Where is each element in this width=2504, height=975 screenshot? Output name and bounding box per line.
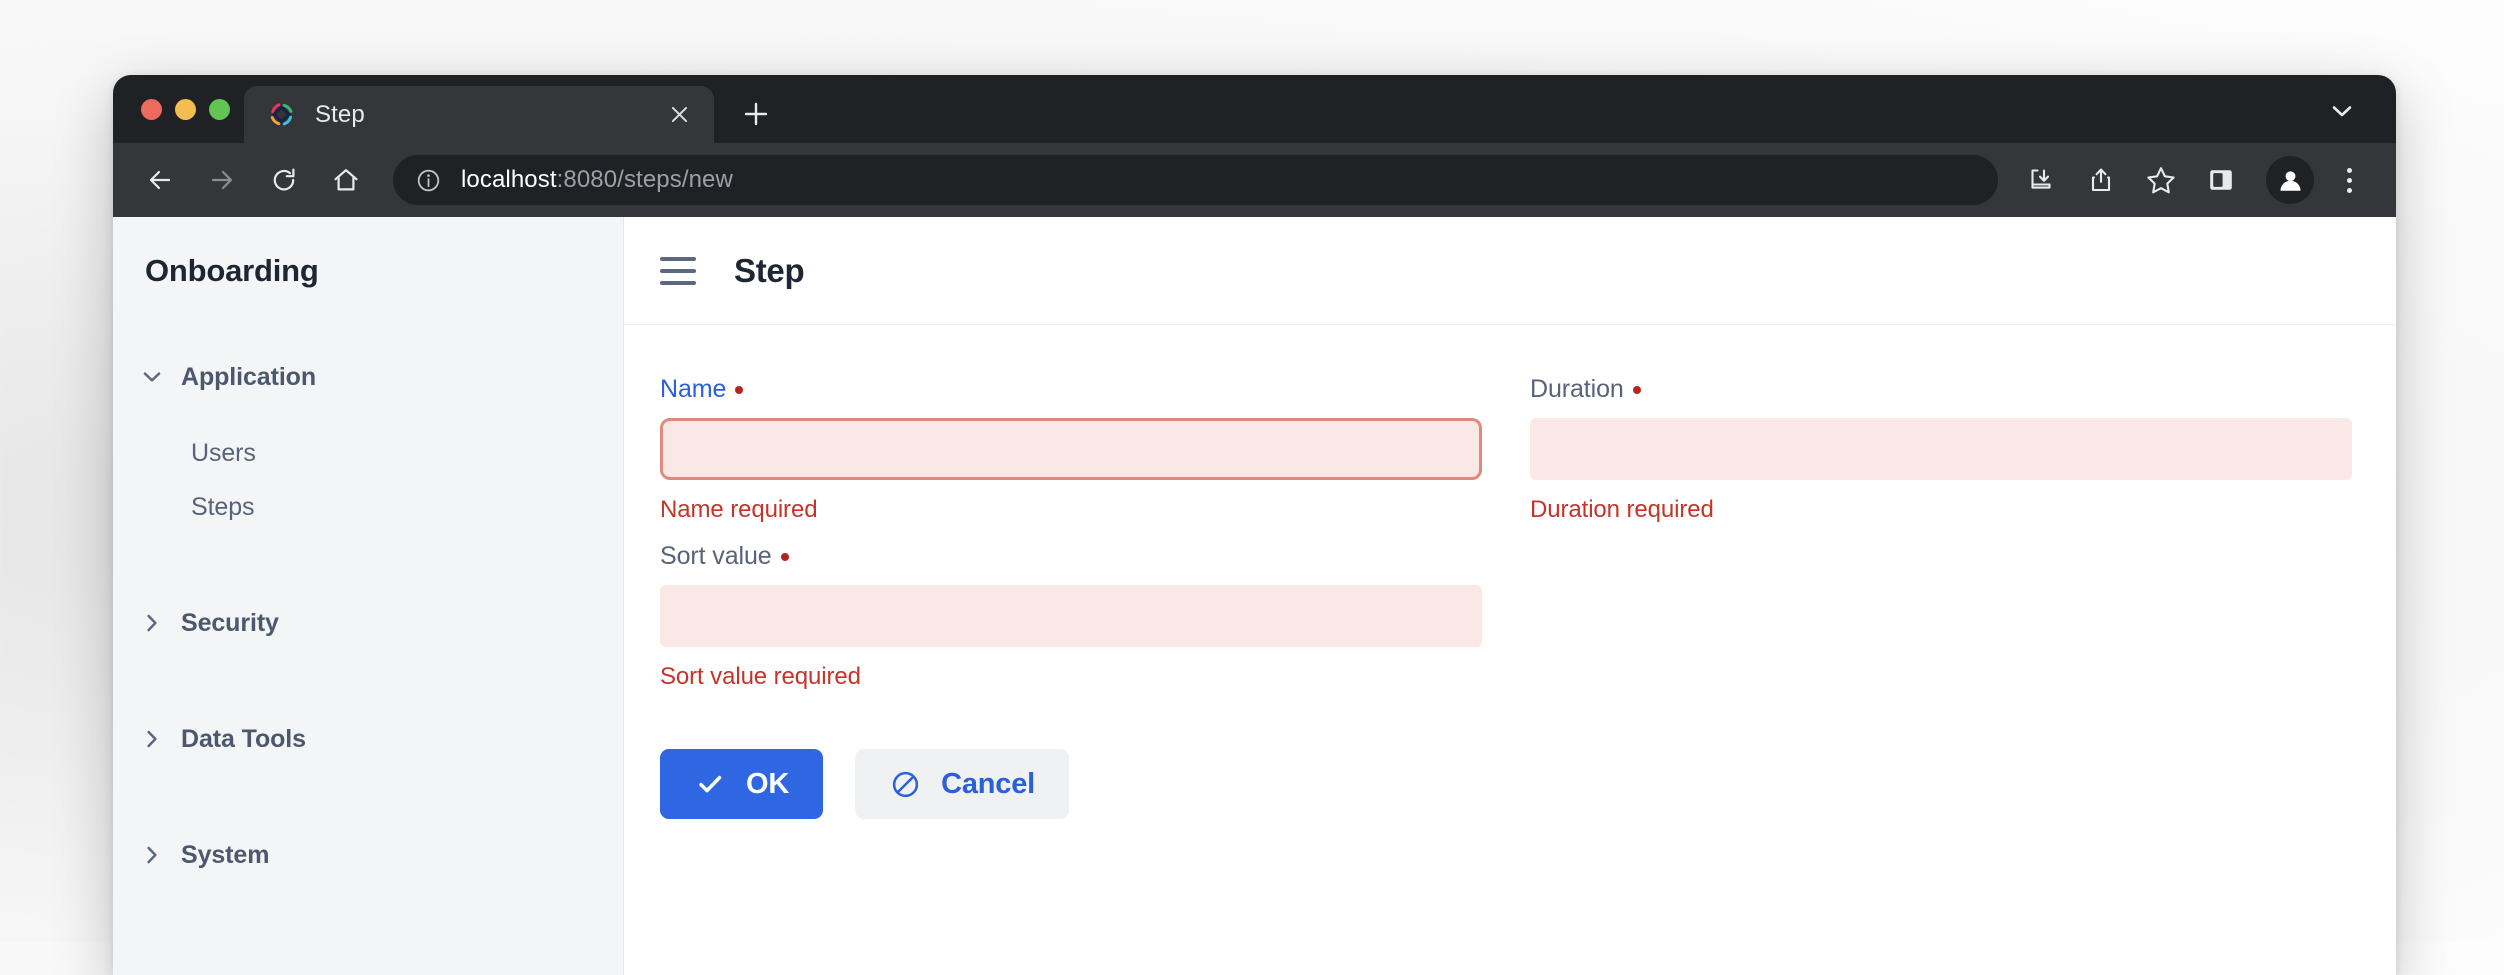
back-button[interactable] (131, 151, 189, 209)
field-error-sort-value: Sort value required (660, 663, 1482, 691)
form-grid: Name Name required Duration Durat (660, 375, 2352, 709)
ok-button[interactable]: OK (660, 749, 823, 819)
page-viewport: Onboarding Application Users Steps (113, 217, 2396, 975)
check-icon (694, 768, 726, 800)
chevron-down-icon (141, 366, 163, 388)
duration-input[interactable] (1530, 418, 2352, 480)
required-marker-icon (735, 386, 743, 394)
sidebar-group-label: Application (181, 363, 316, 392)
hamburger-icon[interactable] (660, 251, 700, 291)
ban-icon (889, 768, 921, 800)
side-panel-icon (2207, 166, 2235, 194)
share-icon (2086, 165, 2116, 195)
share-button[interactable] (2072, 151, 2130, 209)
download-icon (2026, 165, 2056, 195)
side-panel-button[interactable] (2192, 151, 2250, 209)
new-tab-button[interactable] (728, 86, 784, 142)
page-header: Step (624, 217, 2396, 325)
home-button[interactable] (317, 151, 375, 209)
field-label-text: Duration (1530, 375, 1624, 404)
chevron-down-icon (2329, 98, 2355, 124)
browser-window: Step (113, 75, 2396, 975)
cancel-button-label: Cancel (941, 768, 1035, 801)
home-icon (331, 165, 361, 195)
tab-strip: Step (113, 75, 2396, 143)
tab-strip-spacer (784, 133, 2314, 143)
main-content: Step Name Name required (624, 217, 2396, 975)
download-button[interactable] (2012, 151, 2070, 209)
sidebar-group-application[interactable]: Application (113, 350, 623, 404)
bookmark-button[interactable] (2132, 151, 2190, 209)
ok-button-label: OK (746, 768, 789, 801)
app-brand-title: Onboarding (113, 253, 623, 289)
name-input[interactable] (660, 418, 1482, 480)
required-marker-icon (781, 553, 789, 561)
sidebar-group-label: Data Tools (181, 725, 306, 754)
sidebar-item-label: Users (191, 439, 256, 468)
browser-tab-step[interactable]: Step (244, 86, 714, 143)
nav-spacer (113, 766, 623, 828)
sidebar-group-label: System (181, 841, 269, 870)
form-area: Name Name required Duration Durat (624, 325, 2396, 975)
field-duration: Duration Duration required (1530, 375, 2352, 524)
sidebar-group-data-tools[interactable]: Data Tools (113, 712, 623, 766)
address-bar-url: localhost:8080/steps/new (461, 166, 733, 194)
form-grid-empty-cell (1530, 542, 2352, 709)
three-dot-menu-icon[interactable] (2324, 151, 2374, 209)
close-icon[interactable] (662, 98, 696, 132)
star-icon (2145, 164, 2177, 196)
browser-toolbar: localhost:8080/steps/new (113, 143, 2396, 217)
field-label-text: Name (660, 375, 726, 404)
page-title: Step (734, 252, 804, 290)
cancel-button[interactable]: Cancel (855, 749, 1069, 819)
sidebar-group-system[interactable]: System (113, 828, 623, 882)
plus-icon (743, 101, 769, 127)
toolbar-right-actions (2012, 151, 2374, 209)
forward-button[interactable] (193, 151, 251, 209)
field-error-duration: Duration required (1530, 496, 2352, 524)
field-error-name: Name required (660, 496, 1482, 524)
sidebar-item-users[interactable]: Users (113, 426, 623, 480)
sidebar-group-label: Security (181, 609, 279, 638)
field-label-text: Sort value (660, 542, 772, 571)
address-bar-host: localhost (461, 166, 557, 193)
window-maximize-button[interactable] (209, 99, 230, 120)
sidebar-group-security[interactable]: Security (113, 596, 623, 650)
address-bar-path: :8080/steps/new (557, 166, 733, 193)
required-marker-icon (1633, 386, 1641, 394)
chevron-right-icon (141, 612, 163, 634)
tab-search-button[interactable] (2314, 83, 2370, 139)
field-sort-value: Sort value Sort value required (660, 542, 1482, 691)
chevron-right-icon (141, 844, 163, 866)
reload-button[interactable] (255, 151, 313, 209)
reload-icon (269, 165, 299, 195)
window-close-button[interactable] (141, 99, 162, 120)
window-traffic-lights (133, 75, 244, 143)
diamond-logo-icon (268, 101, 295, 128)
tab-title: Step (315, 101, 662, 129)
arrow-left-icon (145, 165, 175, 195)
chevron-right-icon (141, 728, 163, 750)
field-name: Name Name required (660, 375, 1482, 524)
form-actions: OK Cancel (660, 749, 2352, 819)
arrow-right-icon (207, 165, 237, 195)
info-circle-icon[interactable] (415, 167, 441, 193)
profile-avatar-icon[interactable] (2266, 156, 2314, 204)
sidebar: Onboarding Application Users Steps (113, 217, 624, 975)
nav-spacer (113, 650, 623, 712)
nav-spacer (113, 404, 623, 426)
address-bar[interactable]: localhost:8080/steps/new (393, 155, 1998, 205)
sort-value-input[interactable] (660, 585, 1482, 647)
sidebar-item-steps[interactable]: Steps (113, 480, 623, 534)
field-label-duration: Duration (1530, 375, 2352, 404)
window-minimize-button[interactable] (175, 99, 196, 120)
nav-spacer (113, 534, 623, 596)
sidebar-item-label: Steps (191, 493, 254, 522)
field-label-name: Name (660, 375, 1482, 404)
field-label-sort-value: Sort value (660, 542, 1482, 571)
